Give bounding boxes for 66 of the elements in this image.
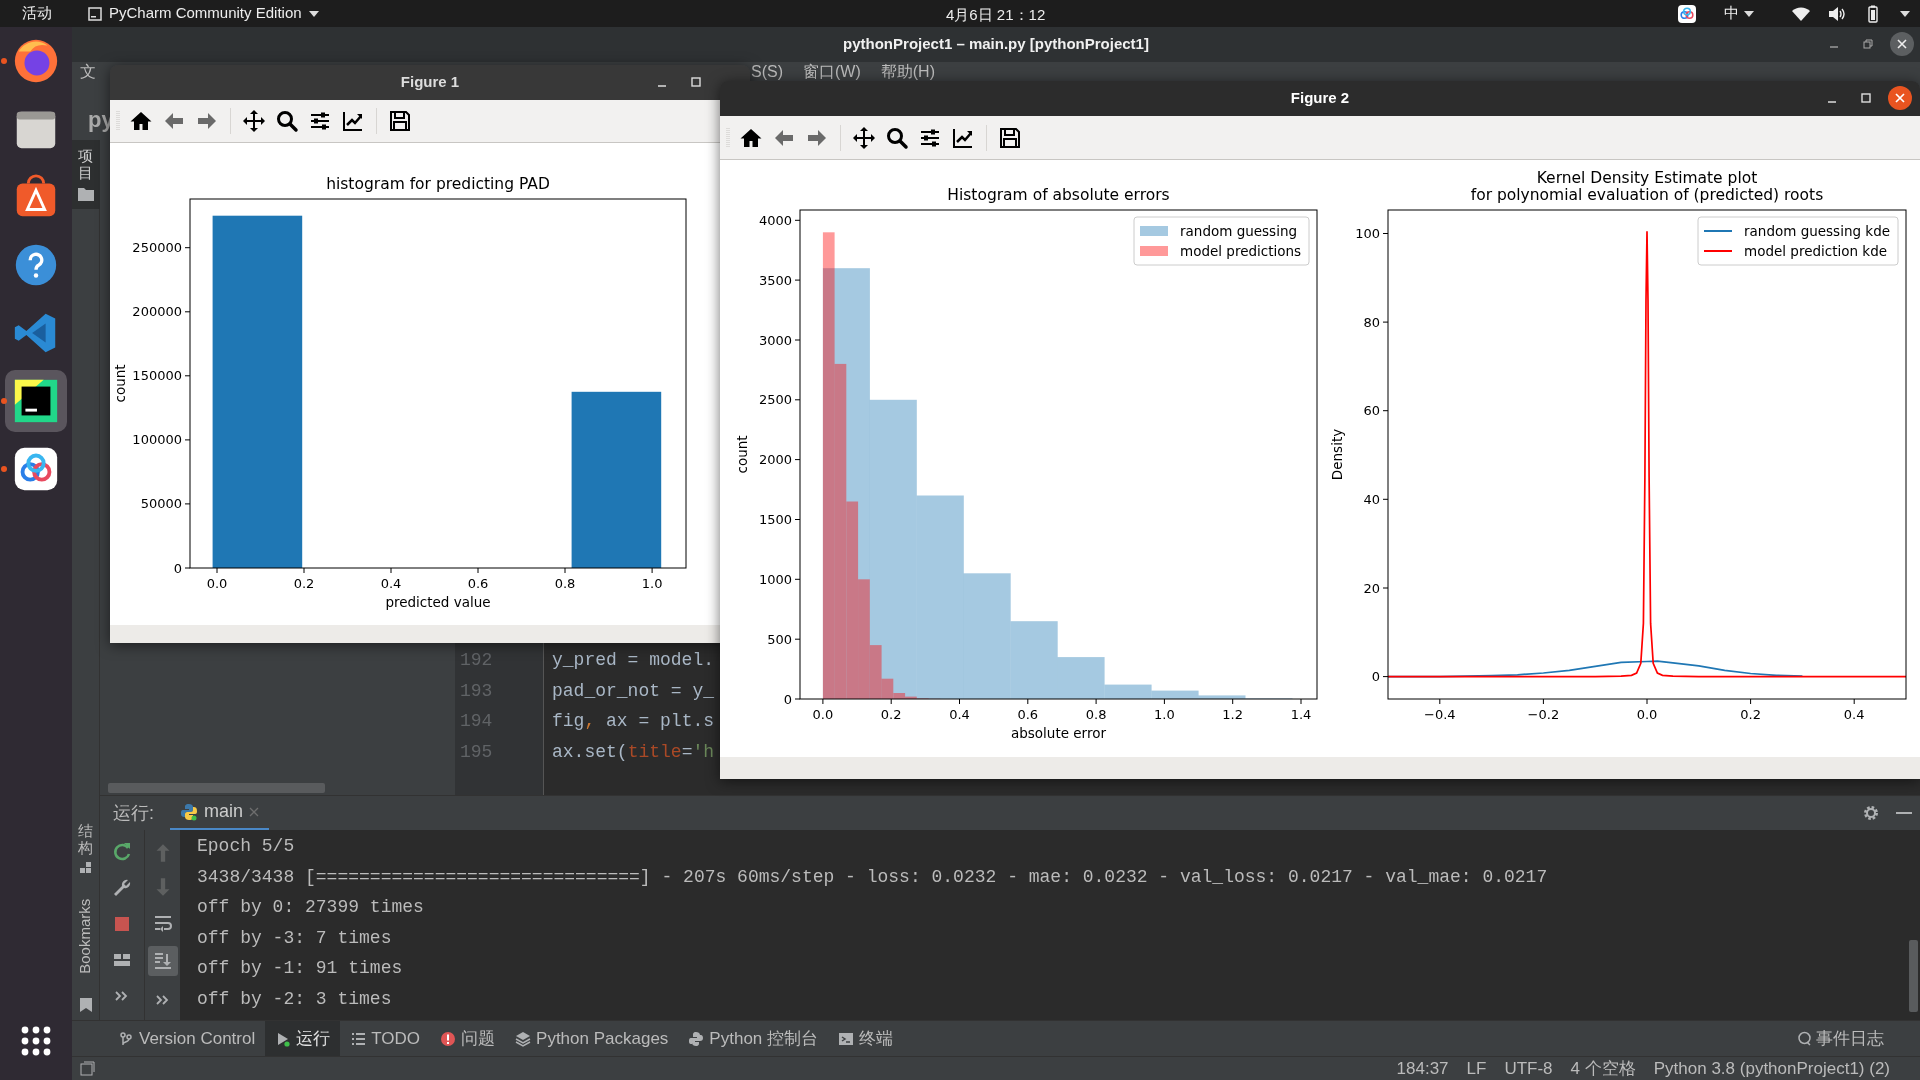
code-line: pad_or_not = y_ [552,679,715,703]
tick-label: 0.8 [554,576,576,591]
console-line: off by -1: 91 times [197,957,403,981]
tick-label: 200000 [132,304,182,320]
code-line: fig, ax = plt.s [552,710,715,734]
window-title: pythonProject1 – main.py [pythonProject1] [843,34,1149,55]
tick-label: 0.6 [1017,707,1039,722]
legend-label: random guessing kde [1744,223,1890,239]
legend-label: model predictions [1180,243,1302,259]
tick-label: −0.2 [1527,707,1560,722]
tick-label: 1.0 [1154,707,1175,722]
console-line: off by -2: 3 times [197,987,392,1011]
tick-label: 1.2 [1222,707,1244,722]
tick-label: 0.0 [812,707,834,722]
console-line: Epoch 5/5 [197,835,295,858]
tick-label: 0.2 [1740,707,1761,722]
console-line: 3438/3438 [==============================] - 207s 60ms/step - loss: 0.0232 - mae: 0.0232 - val_loss: 0.0217 - val_mae: 0.0217 [197,865,1548,889]
tick-label: 0 [1371,669,1380,685]
tick-label: 1.0 [641,576,663,591]
tick-label: 0.0 [1636,707,1658,722]
tick-label: 0.4 [1843,707,1865,722]
console-line: off by -3: 7 times [197,926,392,950]
tick-label: 20 [1363,580,1380,596]
tick-label: 0.4 [380,576,402,591]
tick-label: 0 [173,560,182,576]
axis-label: Density [1329,428,1345,481]
chart-title: histogram for predicting PAD [326,175,550,193]
axis-label: absolute error [1011,725,1106,741]
tick-label: 1000 [758,571,792,587]
legend-label: model prediction kde [1744,243,1888,259]
tick-label: −0.4 [1424,707,1456,722]
tick-label: 2500 [758,392,792,408]
panel-label: 运行: [113,801,154,825]
tick-label: 2000 [758,452,792,468]
chart-title: Histogram of absolute errors [947,186,1170,204]
tick-label: 0.8 [1085,707,1107,722]
tick-label: 0.0 [206,576,228,591]
legend-label: random guessing [1180,223,1298,239]
tick-label: 0.2 [880,707,902,722]
tick-label: 80 [1363,314,1380,330]
code-line: y_pred = model. [552,649,715,672]
tick-label: 40 [1363,491,1380,507]
console-line: off by 0: 27399 times [197,896,424,920]
chart-title: Kernel Density Estimate plot for polynomial evaluation of (predicted) roots [1470,169,1824,204]
tick-label: 100 [1355,226,1380,241]
axis-label: count [112,364,128,403]
tick-label: 1500 [758,512,792,527]
tick-label: 500 [767,631,792,647]
tick-label: 1.4 [1290,707,1312,722]
axis-label: predicted value [385,594,491,610]
tick-label: 50000 [140,496,182,512]
tick-label: 3500 [758,272,792,288]
axis-label: count [734,435,750,474]
tick-label: 0.6 [467,576,489,591]
tick-label: 0 [783,691,792,707]
tick-label: 100000 [132,432,182,448]
tick-label: 60 [1363,403,1380,419]
tick-label: 4000 [758,212,792,228]
window-title: Figure 2 [1290,88,1350,109]
tick-label: 150000 [132,368,182,384]
tick-label: 250000 [132,240,182,256]
code-line: ax.set(title='h [552,740,715,764]
window-title: Figure 1 [400,72,460,93]
tick-label: 0.2 [293,576,315,591]
tick-label: 0.4 [949,707,970,722]
tick-label: 3000 [758,332,792,348]
